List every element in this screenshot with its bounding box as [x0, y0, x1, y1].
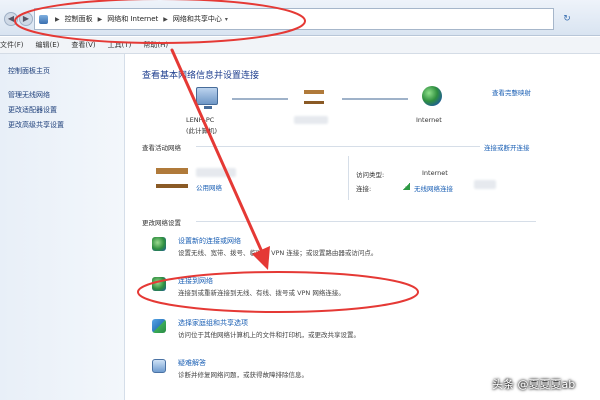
breadcrumb-network-sharing-center[interactable]: 网络和共享中心: [173, 14, 222, 24]
task-connect-network[interactable]: 连接到网络 连接到或重新连接到无线、有线、拨号或 VPN 网络连接。: [152, 276, 592, 298]
active-networks-heading: 查看活动网络: [142, 144, 181, 152]
divider: [196, 221, 536, 222]
task-title[interactable]: 选择家庭组和共享选项: [178, 318, 248, 328]
breadcrumb-network-internet[interactable]: 网络和 Internet: [107, 14, 158, 24]
change-network-settings-heading: 更改网络设置: [142, 219, 181, 227]
network-bench-icon: [156, 168, 188, 188]
network-icon: [39, 14, 48, 24]
pc-sub-label: (此计算机): [186, 127, 218, 135]
internet-label: Internet: [416, 116, 442, 124]
sidebar-item-manage-wireless[interactable]: 管理无线网络: [8, 90, 50, 100]
connect-disconnect-link[interactable]: 连接或断开连接: [484, 142, 530, 152]
task-title[interactable]: 设置新的连接或网络: [178, 236, 241, 246]
homegroup-icon: [152, 319, 166, 333]
task-homegroup-sharing[interactable]: 选择家庭组和共享选项 访问位于其他网络计算机上的文件和打印机，或更改共享设置。: [152, 318, 592, 340]
new-connection-icon: [152, 237, 166, 251]
sidebar-item-adapter-settings[interactable]: 更改适配器设置: [8, 105, 57, 115]
breadcrumb-control-panel[interactable]: 控制面板: [65, 14, 93, 24]
wireless-connection-link[interactable]: 无线网络连接: [414, 183, 453, 193]
sidebar-item-advanced-sharing[interactable]: 更改高级共享设置: [8, 120, 64, 130]
menu-view[interactable]: 查看(V): [71, 40, 95, 50]
forward-button[interactable]: ▶: [19, 12, 33, 26]
task-description: 访问位于其他网络计算机上的文件和打印机，或更改共享设置。: [178, 331, 360, 339]
address-bar[interactable]: ▶ 控制面板 ▶ 网络和 Internet ▶ 网络和共享中心 ▾: [34, 8, 554, 30]
network-type-link[interactable]: 公用网络: [196, 182, 222, 192]
breadcrumb: ▶ 控制面板 ▶ 网络和 Internet ▶ 网络和共享中心 ▾: [39, 14, 228, 24]
map-link-line: [232, 98, 288, 100]
chevron-right-icon: ▶: [163, 15, 168, 23]
divider: [196, 146, 480, 147]
connect-network-icon: [152, 277, 166, 291]
computer-icon[interactable]: [196, 87, 218, 109]
sidebar: 控制面板主页 管理无线网络 更改适配器设置 更改高级共享设置: [0, 54, 125, 400]
back-button[interactable]: ◀: [4, 12, 18, 26]
map-link-line: [342, 98, 408, 100]
wifi-signal-icon: [402, 183, 410, 190]
troubleshoot-icon: [152, 359, 166, 373]
task-description: 设置无线、宽带、拨号、临时或 VPN 连接；或设置路由器或访问点。: [178, 249, 378, 257]
pc-name-label: LENH-PC: [186, 116, 215, 124]
task-setup-connection[interactable]: 设置新的连接或网络 设置无线、宽带、拨号、临时或 VPN 连接；或设置路由器或访…: [152, 236, 592, 258]
page-title: 查看基本网络信息并设置连接: [142, 71, 260, 81]
redacted-active-network-name: [196, 168, 236, 177]
menu-tools[interactable]: 工具(T): [108, 40, 132, 50]
connection-label: 连接:: [356, 185, 372, 193]
network-map: LENH-PC (此计算机) Internet: [166, 84, 486, 154]
address-toolbar: ◀ ▶ ▶ 控制面板 ▶ 网络和 Internet ▶ 网络和共享中心 ▾ ↻: [0, 0, 600, 36]
menu-bar: 文件(F) 编辑(E) 查看(V) 工具(T) 帮助(H): [0, 37, 600, 54]
menu-file[interactable]: 文件(F): [0, 40, 24, 50]
back-arrow-icon: ◀: [7, 14, 15, 23]
sidebar-control-panel-home[interactable]: 控制面板主页: [8, 66, 50, 76]
task-description: 诊断并修复网络问题，或获得故障排除信息。: [178, 371, 308, 379]
forward-arrow-icon: ▶: [22, 14, 30, 23]
access-type-label: 访问类型:: [356, 171, 385, 179]
task-title[interactable]: 疑难解答: [178, 358, 206, 368]
network-sharing-center-window: ◀ ▶ ▶ 控制面板 ▶ 网络和 Internet ▶ 网络和共享中心 ▾ ↻ …: [0, 0, 600, 400]
redacted-network-name: [294, 116, 328, 124]
network-bench-icon[interactable]: [304, 90, 324, 104]
active-network-icon: [156, 164, 192, 190]
chevron-right-icon: ▶: [55, 15, 60, 23]
watermark: 头条 @夏夏夏ab: [492, 378, 576, 391]
task-description: 连接到或重新连接到无线、有线、拨号或 VPN 网络连接。: [178, 289, 345, 297]
main-content: 查看基本网络信息并设置连接 查看完整映射 LENH-PC (此计算机) Inte…: [126, 54, 600, 400]
menu-help[interactable]: 帮助(H): [143, 40, 168, 50]
chevron-right-icon: ▶: [97, 15, 103, 23]
vertical-divider: [348, 156, 349, 200]
menu-edit[interactable]: 编辑(E): [36, 40, 60, 50]
internet-globe-icon[interactable]: [422, 86, 442, 106]
redacted-ssid: [474, 180, 496, 189]
chevron-down-icon[interactable]: ▾: [225, 16, 228, 23]
access-type-value: Internet: [422, 169, 448, 177]
full-map-link[interactable]: 查看完整映射: [492, 87, 531, 97]
refresh-icon[interactable]: ↻: [560, 12, 574, 26]
task-title[interactable]: 连接到网络: [178, 276, 213, 286]
